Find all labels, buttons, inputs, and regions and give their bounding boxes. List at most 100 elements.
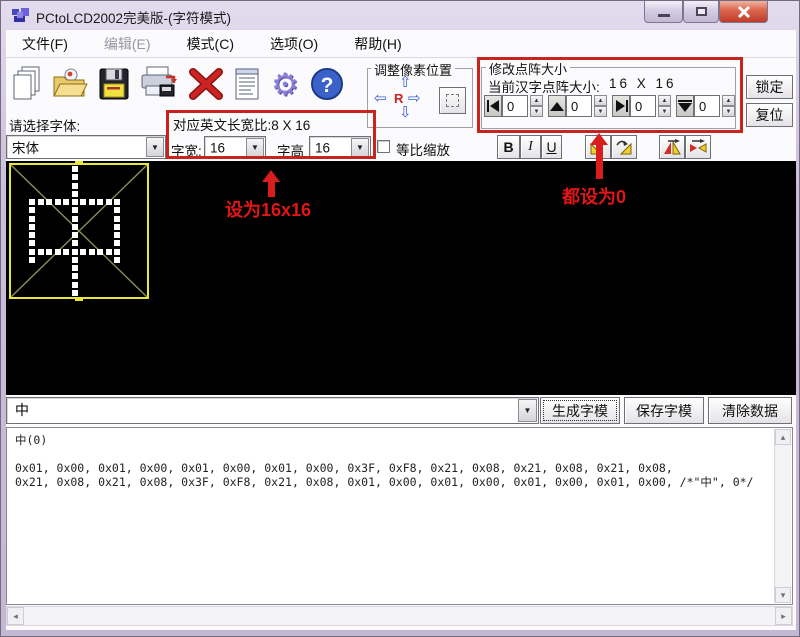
pixel-on[interactable]: [97, 199, 103, 205]
pixel-on[interactable]: [106, 249, 112, 255]
pixel-on[interactable]: [72, 257, 78, 263]
trim-bottom-spinner[interactable]: ▲▼: [722, 95, 735, 117]
pixel-on[interactable]: [29, 232, 35, 238]
reset-button[interactable]: 复位: [746, 103, 793, 127]
pixel-on[interactable]: [72, 199, 78, 205]
move-up-icon[interactable]: ⇧: [399, 75, 412, 90]
move-down-icon[interactable]: ⇩: [399, 105, 412, 120]
flip-vertical-button[interactable]: [659, 135, 685, 159]
pixel-on[interactable]: [46, 199, 52, 205]
pixel-on[interactable]: [72, 240, 78, 246]
flip-horizontal-button[interactable]: [685, 135, 711, 159]
pixel-on[interactable]: [72, 166, 78, 172]
trim-right-value[interactable]: 0: [630, 95, 656, 117]
center-glyph-button[interactable]: [439, 87, 466, 114]
pixel-on[interactable]: [89, 199, 95, 205]
bold-button[interactable]: B: [497, 135, 520, 159]
scroll-right-icon[interactable]: ▸: [775, 607, 792, 625]
char-combo[interactable]: ▼: [6, 397, 539, 424]
output-area[interactable]: 中(0) 0x01, 0x00, 0x01, 0x00, 0x01, 0x00,…: [6, 427, 793, 605]
trim-top-spinner[interactable]: ▲▼: [594, 95, 607, 117]
pixel-on[interactable]: [55, 249, 61, 255]
output-vertical-scrollbar[interactable]: ▴ ▾: [774, 429, 791, 603]
pixel-on[interactable]: [29, 199, 35, 205]
spin-down-icon[interactable]: ▼: [530, 106, 543, 117]
trim-right-spinner[interactable]: ▲▼: [658, 95, 671, 117]
pixel-on[interactable]: [114, 207, 120, 213]
pixel-on[interactable]: [29, 207, 35, 213]
font-select[interactable]: 宋体 ▼: [6, 135, 166, 159]
scroll-up-icon[interactable]: ▴: [775, 429, 791, 445]
scroll-left-icon[interactable]: ◂: [7, 607, 24, 625]
char-width-select[interactable]: 16 ▼: [204, 136, 266, 159]
spin-up-icon[interactable]: ▲: [530, 95, 543, 106]
pixel-on[interactable]: [80, 249, 86, 255]
edit-canvas[interactable]: [6, 161, 796, 395]
lock-button[interactable]: 锁定: [746, 75, 793, 99]
maximize-button[interactable]: [683, 1, 719, 23]
pixel-on[interactable]: [72, 249, 78, 255]
spin-down-icon[interactable]: ▼: [594, 106, 607, 117]
pixel-on[interactable]: [72, 216, 78, 222]
save-button[interactable]: [93, 61, 135, 107]
pixel-on[interactable]: [106, 199, 112, 205]
pixel-on[interactable]: [114, 224, 120, 230]
trim-top-button[interactable]: [548, 95, 566, 117]
trim-left-button[interactable]: [484, 95, 502, 117]
pixel-on[interactable]: [63, 199, 69, 205]
settings-button[interactable]: ⚙: [265, 61, 305, 107]
pixel-on[interactable]: [72, 224, 78, 230]
pixel-on[interactable]: [72, 207, 78, 213]
open-file-button[interactable]: [49, 61, 91, 107]
spin-up-icon[interactable]: ▲: [722, 95, 735, 106]
pixel-on[interactable]: [114, 240, 120, 246]
pixel-on[interactable]: [38, 249, 44, 255]
trim-bottom-button[interactable]: [676, 95, 694, 117]
pixel-on[interactable]: [29, 249, 35, 255]
pixel-on[interactable]: [72, 273, 78, 279]
pixel-on[interactable]: [72, 191, 78, 197]
close-button[interactable]: [719, 1, 768, 23]
trim-top-value[interactable]: 0: [566, 95, 592, 117]
pixel-on[interactable]: [72, 282, 78, 288]
spin-up-icon[interactable]: ▲: [658, 95, 671, 106]
menu-file[interactable]: 文件(F): [10, 30, 80, 58]
char-height-select[interactable]: 16 ▼: [309, 136, 371, 159]
pixel-on[interactable]: [38, 199, 44, 205]
generate-button[interactable]: 生成字模: [540, 397, 620, 424]
spin-down-icon[interactable]: ▼: [722, 106, 735, 117]
trim-right-button[interactable]: [612, 95, 630, 117]
chevron-down-icon[interactable]: ▼: [246, 138, 264, 157]
italic-button[interactable]: I: [520, 135, 541, 159]
char-input[interactable]: [13, 400, 513, 420]
clear-data-button[interactable]: 清除数据: [708, 397, 792, 424]
pixel-on[interactable]: [29, 224, 35, 230]
menu-help[interactable]: 帮助(H): [342, 30, 413, 58]
menu-edit[interactable]: 编辑(E): [92, 30, 163, 58]
pixel-on[interactable]: [46, 249, 52, 255]
scale-checkbox[interactable]: [377, 140, 390, 153]
pixel-on[interactable]: [63, 249, 69, 255]
pixel-on[interactable]: [114, 257, 120, 263]
pixel-on[interactable]: [29, 240, 35, 246]
pixel-on[interactable]: [29, 257, 35, 263]
chevron-down-icon[interactable]: ▼: [351, 138, 369, 157]
save-matrix-button[interactable]: 保存字模: [624, 397, 704, 424]
pixel-on[interactable]: [55, 199, 61, 205]
pixel-on[interactable]: [72, 174, 78, 180]
help-button[interactable]: ?: [307, 61, 347, 107]
delete-button[interactable]: [185, 61, 227, 107]
pixel-on[interactable]: [89, 249, 95, 255]
spin-down-icon[interactable]: ▼: [658, 106, 671, 117]
pixel-on[interactable]: [29, 216, 35, 222]
spin-up-icon[interactable]: ▲: [594, 95, 607, 106]
output-horizontal-scrollbar[interactable]: ◂ ▸: [6, 606, 793, 626]
pixel-on[interactable]: [72, 232, 78, 238]
pixel-on[interactable]: [72, 265, 78, 271]
underline-button[interactable]: U: [541, 135, 562, 159]
pixel-on[interactable]: [97, 249, 103, 255]
pixel-on[interactable]: [114, 249, 120, 255]
pixel-on[interactable]: [114, 199, 120, 205]
pixel-on[interactable]: [114, 232, 120, 238]
pixel-grid[interactable]: [9, 163, 149, 299]
